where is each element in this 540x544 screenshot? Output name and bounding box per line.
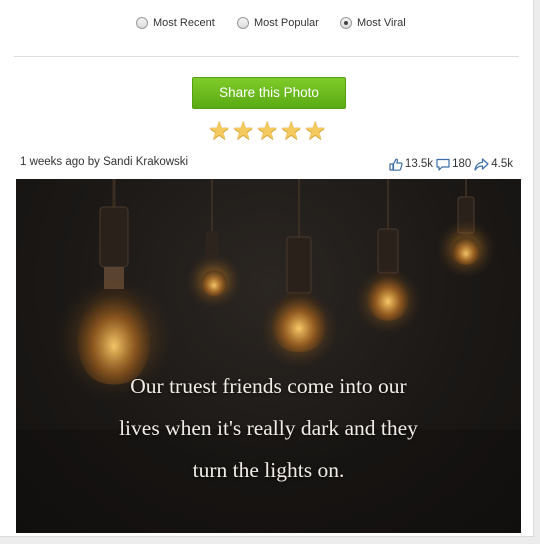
quote-line: lives when it's really dark and they [119, 416, 418, 440]
share-photo-button[interactable]: Share this Photo [192, 77, 346, 109]
star-rating: ★ ★ ★ ★ ★ [208, 119, 326, 145]
comments-count: 180 [452, 158, 472, 170]
comment-icon [436, 158, 450, 171]
star-icon[interactable]: ★ [280, 119, 302, 144]
likes-stat[interactable]: 13.5k [389, 158, 433, 171]
shares-stat[interactable]: 4.5k [474, 157, 513, 171]
radio-button[interactable] [237, 17, 249, 29]
likes-count: 13.5k [404, 158, 434, 170]
quote-line: Our truest friends come into our [130, 374, 407, 398]
sort-most-viral[interactable]: Most Viral [340, 12, 406, 34]
thumbs-up-icon [389, 158, 403, 171]
sort-most-popular[interactable]: Most Popular [237, 12, 319, 34]
sort-label: Most Recent [153, 17, 215, 29]
content-panel: Most Recent Most Popular Most Viral Shar… [0, 0, 534, 537]
shares-count: 4.5k [491, 158, 513, 170]
quote-text: Our truest friends come into our lives w… [16, 365, 521, 491]
comments-stat[interactable]: 180 [436, 158, 471, 171]
radio-button-selected[interactable] [340, 17, 352, 29]
share-arrow-icon [474, 157, 489, 171]
sort-label: Most Viral [357, 17, 406, 29]
star-icon[interactable]: ★ [208, 119, 230, 144]
star-icon[interactable]: ★ [304, 119, 326, 144]
post-meta: 1 weeks ago by Sandi Krakowski [20, 156, 189, 168]
star-icon[interactable]: ★ [232, 119, 254, 144]
sort-most-recent[interactable]: Most Recent [136, 12, 215, 34]
post-stats: 13.5k 180 4.5k [386, 155, 513, 173]
quote-photo[interactable]: Our truest friends come into our lives w… [16, 179, 521, 533]
sort-label: Most Popular [254, 17, 319, 29]
divider [14, 56, 519, 57]
quote-line: turn the lights on. [192, 458, 345, 482]
radio-button[interactable] [136, 17, 148, 29]
sort-options: Most Recent Most Popular Most Viral [0, 12, 534, 34]
star-icon[interactable]: ★ [256, 119, 278, 144]
